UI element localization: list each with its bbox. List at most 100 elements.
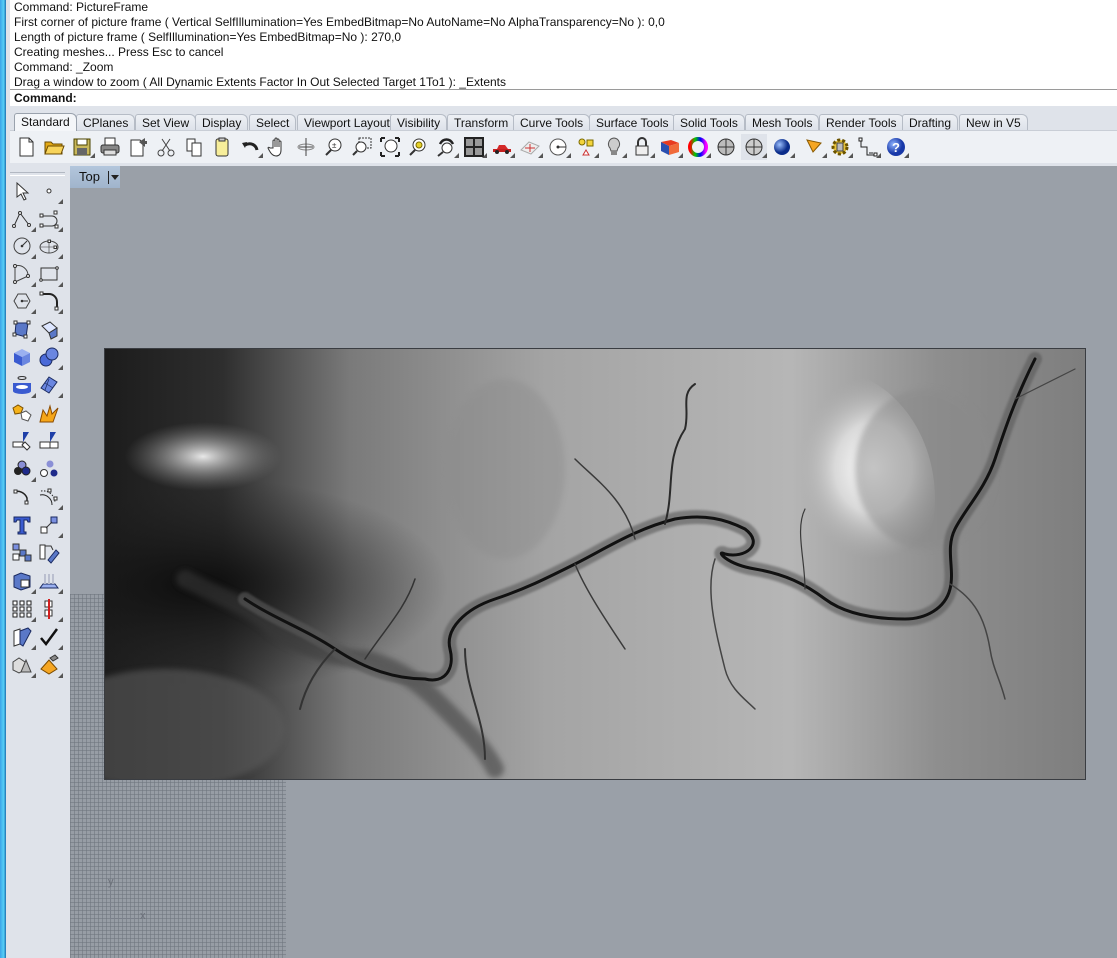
- layer-button[interactable]: [657, 134, 683, 160]
- dimension-button[interactable]: [855, 134, 881, 160]
- rendered-button[interactable]: [741, 134, 767, 160]
- join-icon: [12, 404, 32, 422]
- distance-button[interactable]: [545, 134, 571, 160]
- curve-icon: [39, 210, 59, 229]
- analyze-icon: [13, 627, 32, 647]
- project-button[interactable]: [36, 568, 63, 594]
- pan-button[interactable]: [265, 134, 291, 160]
- render-button[interactable]: [769, 134, 795, 160]
- tab-curve-tools[interactable]: Curve Tools: [513, 114, 591, 130]
- solid-primitives-button[interactable]: [9, 652, 36, 678]
- new-button[interactable]: [13, 134, 39, 160]
- grid-array-button[interactable]: [9, 596, 36, 622]
- polygon-icon: [13, 293, 31, 309]
- tab-select[interactable]: Select: [249, 114, 297, 130]
- ungroup-button[interactable]: [36, 456, 62, 482]
- cut-icon: [157, 138, 175, 157]
- picture-frame-terrain-image[interactable]: [104, 348, 1086, 780]
- offset-curve-button[interactable]: [36, 484, 63, 510]
- arc-button[interactable]: [9, 261, 36, 287]
- zoom-selected-button[interactable]: [405, 134, 431, 160]
- spotlight-button[interactable]: [801, 134, 827, 160]
- standard-toolbar: ± ?: [10, 130, 1117, 163]
- rotate-view-button[interactable]: [293, 134, 319, 160]
- boolean-button[interactable]: [9, 568, 36, 594]
- viewport-top[interactable]: Top y x: [70, 166, 1117, 958]
- undo-button[interactable]: [237, 134, 263, 160]
- tab-solid-tools[interactable]: Solid Tools: [673, 114, 745, 130]
- point-button[interactable]: [36, 178, 63, 204]
- tab-set-view[interactable]: Set View: [135, 114, 197, 130]
- four-viewports-button[interactable]: [461, 134, 487, 160]
- named-views-button[interactable]: [489, 134, 515, 160]
- import-export-button[interactable]: [125, 134, 151, 160]
- paste-button[interactable]: [209, 134, 235, 160]
- tab-display[interactable]: Display: [195, 114, 249, 130]
- command-input[interactable]: [76, 90, 1076, 105]
- tab-surface-tools[interactable]: Surface Tools: [589, 114, 676, 130]
- check-icon: [40, 628, 59, 647]
- zoom-extents-button[interactable]: [377, 134, 403, 160]
- cylinder-button[interactable]: [9, 372, 36, 398]
- surface-points-button[interactable]: [9, 316, 36, 342]
- copy-button[interactable]: [181, 134, 207, 160]
- explode-button[interactable]: [36, 400, 62, 426]
- save-button[interactable]: [69, 134, 95, 160]
- light-button[interactable]: [601, 134, 627, 160]
- group-button[interactable]: [9, 456, 36, 482]
- polyline-button[interactable]: [9, 206, 36, 232]
- polygon-button[interactable]: [9, 288, 36, 314]
- tab-viewport-layout[interactable]: Viewport Layout: [297, 114, 397, 130]
- options-button[interactable]: [827, 134, 853, 160]
- viewport-title[interactable]: Top: [70, 166, 120, 188]
- tab-cplanes[interactable]: CPlanes: [76, 114, 136, 130]
- cut-button[interactable]: [153, 134, 179, 160]
- fillet-button[interactable]: [9, 484, 35, 510]
- tab-new-in-v5[interactable]: New in V5: [959, 114, 1028, 130]
- tab-transform[interactable]: Transform: [447, 114, 516, 130]
- tab-drafting[interactable]: Drafting: [902, 114, 959, 130]
- orient-button[interactable]: [36, 540, 62, 566]
- viewport-menu-arrow-icon[interactable]: [111, 175, 119, 180]
- surface-from-points-icon: [12, 320, 31, 339]
- render-setup-button[interactable]: [36, 652, 63, 678]
- sphere-button[interactable]: [36, 344, 63, 370]
- curve-button[interactable]: [36, 206, 63, 232]
- zoom-window-button[interactable]: [349, 134, 375, 160]
- select-button[interactable]: [9, 178, 35, 204]
- rectangle-button[interactable]: [36, 261, 63, 287]
- text-button[interactable]: [9, 512, 35, 538]
- copy-icon: [186, 138, 202, 157]
- lock-button[interactable]: [629, 134, 655, 160]
- extrude-surface-button[interactable]: [36, 316, 63, 342]
- tab-visibility[interactable]: Visibility: [390, 114, 448, 130]
- grid-array-icon: [12, 600, 32, 618]
- toolbar-grip[interactable]: [10, 172, 65, 176]
- color-button[interactable]: [685, 134, 711, 160]
- print-button[interactable]: [97, 134, 123, 160]
- tab-render-tools[interactable]: Render Tools: [819, 114, 904, 130]
- check-button[interactable]: [36, 624, 63, 650]
- undo-view-button[interactable]: [433, 134, 459, 160]
- mesh-surface-button[interactable]: [36, 372, 63, 398]
- ellipse-button[interactable]: [36, 233, 63, 259]
- trim-button[interactable]: [9, 428, 35, 454]
- shaded-button[interactable]: [713, 134, 739, 160]
- scale-button[interactable]: [36, 512, 63, 538]
- select-objects-button[interactable]: [573, 134, 599, 160]
- join-button[interactable]: [9, 400, 35, 426]
- box-button[interactable]: [9, 344, 35, 370]
- tab-mesh-tools[interactable]: Mesh Tools: [745, 114, 820, 130]
- zoom-dynamic-button[interactable]: ±: [321, 134, 347, 160]
- tab-standard[interactable]: Standard: [14, 113, 77, 131]
- orient-icon: [39, 544, 60, 564]
- circle-button[interactable]: [9, 233, 36, 259]
- mirror-button[interactable]: [36, 596, 63, 622]
- cplane-button[interactable]: [517, 134, 543, 160]
- fillet-curve-button[interactable]: [36, 288, 63, 314]
- help-button[interactable]: ?: [883, 134, 909, 160]
- open-button[interactable]: [41, 134, 67, 160]
- analyze-button[interactable]: [9, 624, 36, 650]
- array-button[interactable]: [9, 540, 35, 566]
- split-button[interactable]: [36, 428, 62, 454]
